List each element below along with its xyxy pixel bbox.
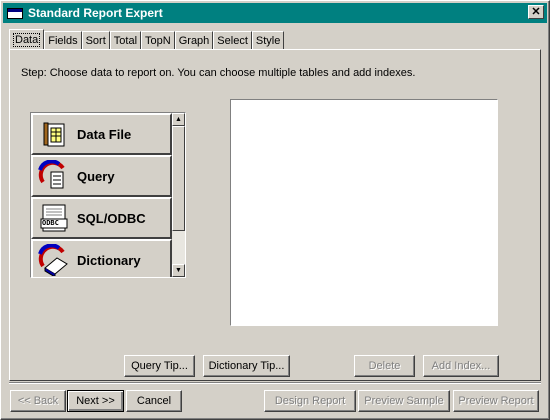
add-index-button[interactable]: Add Index... [423, 355, 499, 377]
title-bar: Standard Report Expert ✕ [3, 3, 547, 23]
query-icon [37, 159, 69, 192]
selected-tables-box[interactable] [230, 99, 498, 326]
scroll-thumb[interactable] [172, 126, 185, 231]
back-button[interactable]: << Back [10, 390, 66, 412]
data-file-icon [37, 118, 69, 150]
query-label: Query [77, 168, 115, 184]
dictionary-icon [37, 243, 69, 277]
window-title: Standard Report Expert [28, 6, 163, 20]
footer-separator [9, 382, 541, 384]
sql-odbc-label: SQL/ODBC [77, 210, 146, 226]
tab-data[interactable]: Data [9, 29, 45, 49]
tab-graph[interactable]: Graph [174, 31, 214, 49]
sql-odbc-icon: ODBC [37, 202, 69, 234]
dictionary-button[interactable]: Dictionary [31, 239, 172, 277]
delete-button[interactable]: Delete [354, 355, 415, 377]
dictionary-label: Dictionary [77, 252, 141, 268]
dictionary-tip-button[interactable]: Dictionary Tip... [203, 355, 290, 377]
data-source-list: Data File Query ODBC SQL/ODBC Dictionary… [30, 112, 186, 278]
scroll-up-icon[interactable]: ▲ [172, 113, 185, 126]
tab-select[interactable]: Select [213, 31, 252, 49]
close-icon: ✕ [531, 5, 541, 18]
next-button[interactable]: Next >> [67, 390, 124, 412]
design-report-button[interactable]: Design Report [264, 390, 356, 412]
cancel-button[interactable]: Cancel [126, 390, 182, 412]
sql-odbc-button[interactable]: ODBC SQL/ODBC [31, 197, 172, 239]
list-scrollbar[interactable]: ▲ ▼ [172, 113, 185, 277]
query-tip-button[interactable]: Query Tip... [124, 355, 195, 377]
window-icon [7, 7, 23, 19]
query-button[interactable]: Query [31, 155, 172, 197]
data-file-button[interactable]: Data File [31, 113, 172, 155]
step-instruction: Step: Choose data to report on. You can … [21, 67, 416, 79]
preview-sample-button[interactable]: Preview Sample [358, 390, 450, 412]
report-expert-window: Standard Report Expert ✕ Data Fields Sor… [0, 0, 550, 420]
tab-topn[interactable]: TopN [141, 31, 175, 49]
tab-strip: Data Fields Sort Total TopN Graph Select… [9, 29, 285, 49]
tab-total[interactable]: Total [109, 31, 142, 49]
odbc-icon-text: ODBC [42, 219, 59, 227]
preview-report-button[interactable]: Preview Report [453, 390, 539, 412]
data-file-label: Data File [77, 126, 132, 142]
scroll-down-icon[interactable]: ▼ [172, 264, 185, 277]
tab-fields[interactable]: Fields [44, 31, 82, 49]
tab-sort[interactable]: Sort [81, 31, 110, 49]
close-button[interactable]: ✕ [528, 5, 544, 19]
tab-style[interactable]: Style [251, 31, 285, 49]
